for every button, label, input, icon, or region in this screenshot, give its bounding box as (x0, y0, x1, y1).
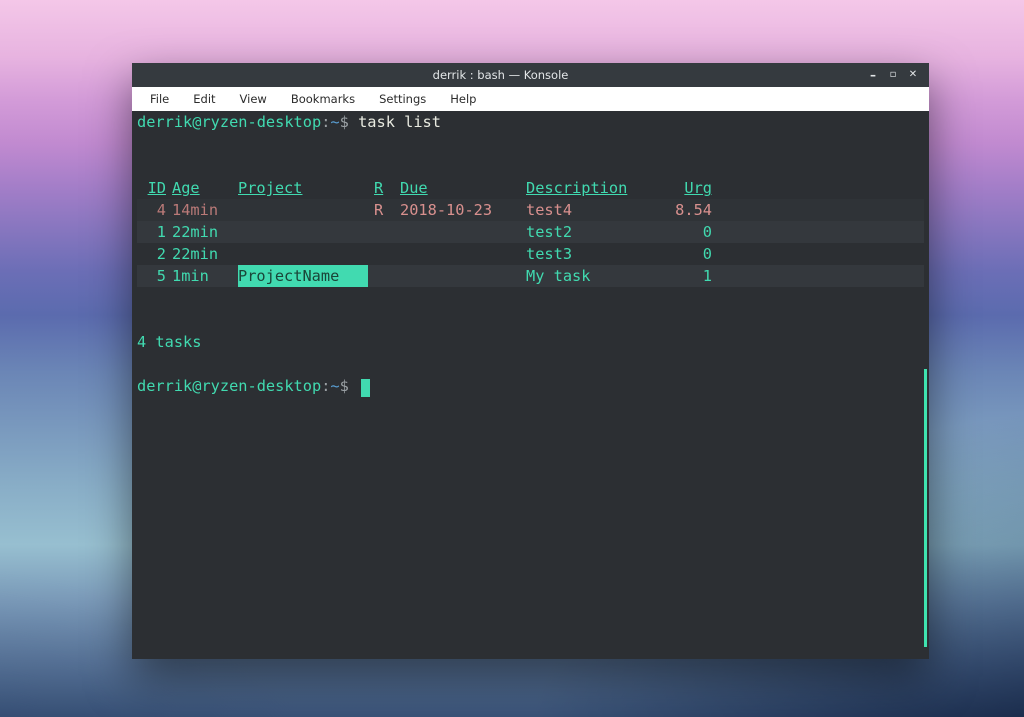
table-row: 2 22min test3 0 (137, 243, 924, 265)
cell-id: 5 (142, 265, 166, 287)
prompt-line-2: derrik@ryzen-desktop:~$ (137, 375, 924, 397)
hdr-urg: Urg (662, 177, 712, 199)
table-row: 4 14min R 2018-10-23 test4 8.54 (137, 199, 924, 221)
cell-urg: 8.54 (662, 199, 712, 221)
cell-desc: My task (526, 265, 656, 287)
prompt-sigil: $ (340, 113, 349, 131)
menu-file[interactable]: File (138, 89, 181, 109)
cell-due: 2018-10-23 (400, 199, 520, 221)
prompt-path: ~ (330, 113, 339, 131)
cell-desc: test3 (526, 243, 656, 265)
cell-project: ProjectName (238, 265, 368, 287)
cell-r (374, 265, 394, 287)
prompt-path: ~ (330, 377, 339, 395)
cursor-icon (361, 379, 370, 397)
cell-r (374, 243, 394, 265)
prompt-sigil: $ (340, 377, 349, 395)
hdr-id: ID (142, 177, 166, 199)
prompt-line-1: derrik@ryzen-desktop:~$ task list (137, 111, 924, 133)
hdr-age: Age (172, 177, 232, 199)
hdr-due: Due (400, 177, 520, 199)
table-row: 5 1min ProjectName My task 1 (137, 265, 924, 287)
maximize-icon[interactable] (883, 66, 903, 84)
task-headers: ID Age Project R Due Description Urg (137, 177, 924, 199)
task-summary: 4 tasks (137, 331, 924, 353)
cell-urg: 1 (662, 265, 712, 287)
hdr-r: R (374, 177, 394, 199)
cell-urg: 0 (662, 243, 712, 265)
hdr-proj: Project (238, 177, 368, 199)
hdr-desc: Description (526, 177, 656, 199)
scroll-indicator[interactable] (924, 369, 927, 647)
task-rows: 4 14min R 2018-10-23 test4 8.54 1 22min test2 0 22… (137, 199, 924, 287)
minimize-icon[interactable] (863, 66, 883, 84)
cell-id: 2 (142, 243, 166, 265)
menu-settings[interactable]: Settings (367, 89, 438, 109)
cell-age: 14min (172, 199, 232, 221)
table-row: 1 22min test2 0 (137, 221, 924, 243)
menubar: File Edit View Bookmarks Settings Help (132, 87, 929, 111)
prompt-user: derrik@ryzen-desktop (137, 377, 321, 395)
konsole-window: derrik : bash — Konsole File Edit View B… (132, 63, 929, 659)
cell-due (400, 265, 520, 287)
cell-r: R (374, 199, 394, 221)
cell-due (400, 243, 520, 265)
menu-help[interactable]: Help (438, 89, 488, 109)
menu-edit[interactable]: Edit (181, 89, 227, 109)
cell-r (374, 221, 394, 243)
cell-age: 22min (172, 243, 232, 265)
cell-age: 22min (172, 221, 232, 243)
terminal[interactable]: derrik@ryzen-desktop:~$ task list ID Age P… (132, 111, 929, 659)
cell-project (238, 199, 368, 221)
cell-id: 1 (142, 221, 166, 243)
close-icon[interactable] (903, 66, 923, 84)
cell-age: 1min (172, 265, 232, 287)
cell-project (238, 221, 368, 243)
cell-due (400, 221, 520, 243)
menu-view[interactable]: View (228, 89, 279, 109)
cell-desc: test4 (526, 199, 656, 221)
cell-desc: test2 (526, 221, 656, 243)
cell-id: 4 (142, 199, 166, 221)
window-title: derrik : bash — Konsole (138, 68, 863, 82)
cell-project (238, 243, 368, 265)
command-text: task list (358, 113, 441, 131)
prompt-user: derrik@ryzen-desktop (137, 113, 321, 131)
titlebar[interactable]: derrik : bash — Konsole (132, 63, 929, 87)
cell-urg: 0 (662, 221, 712, 243)
menu-bookmarks[interactable]: Bookmarks (279, 89, 367, 109)
